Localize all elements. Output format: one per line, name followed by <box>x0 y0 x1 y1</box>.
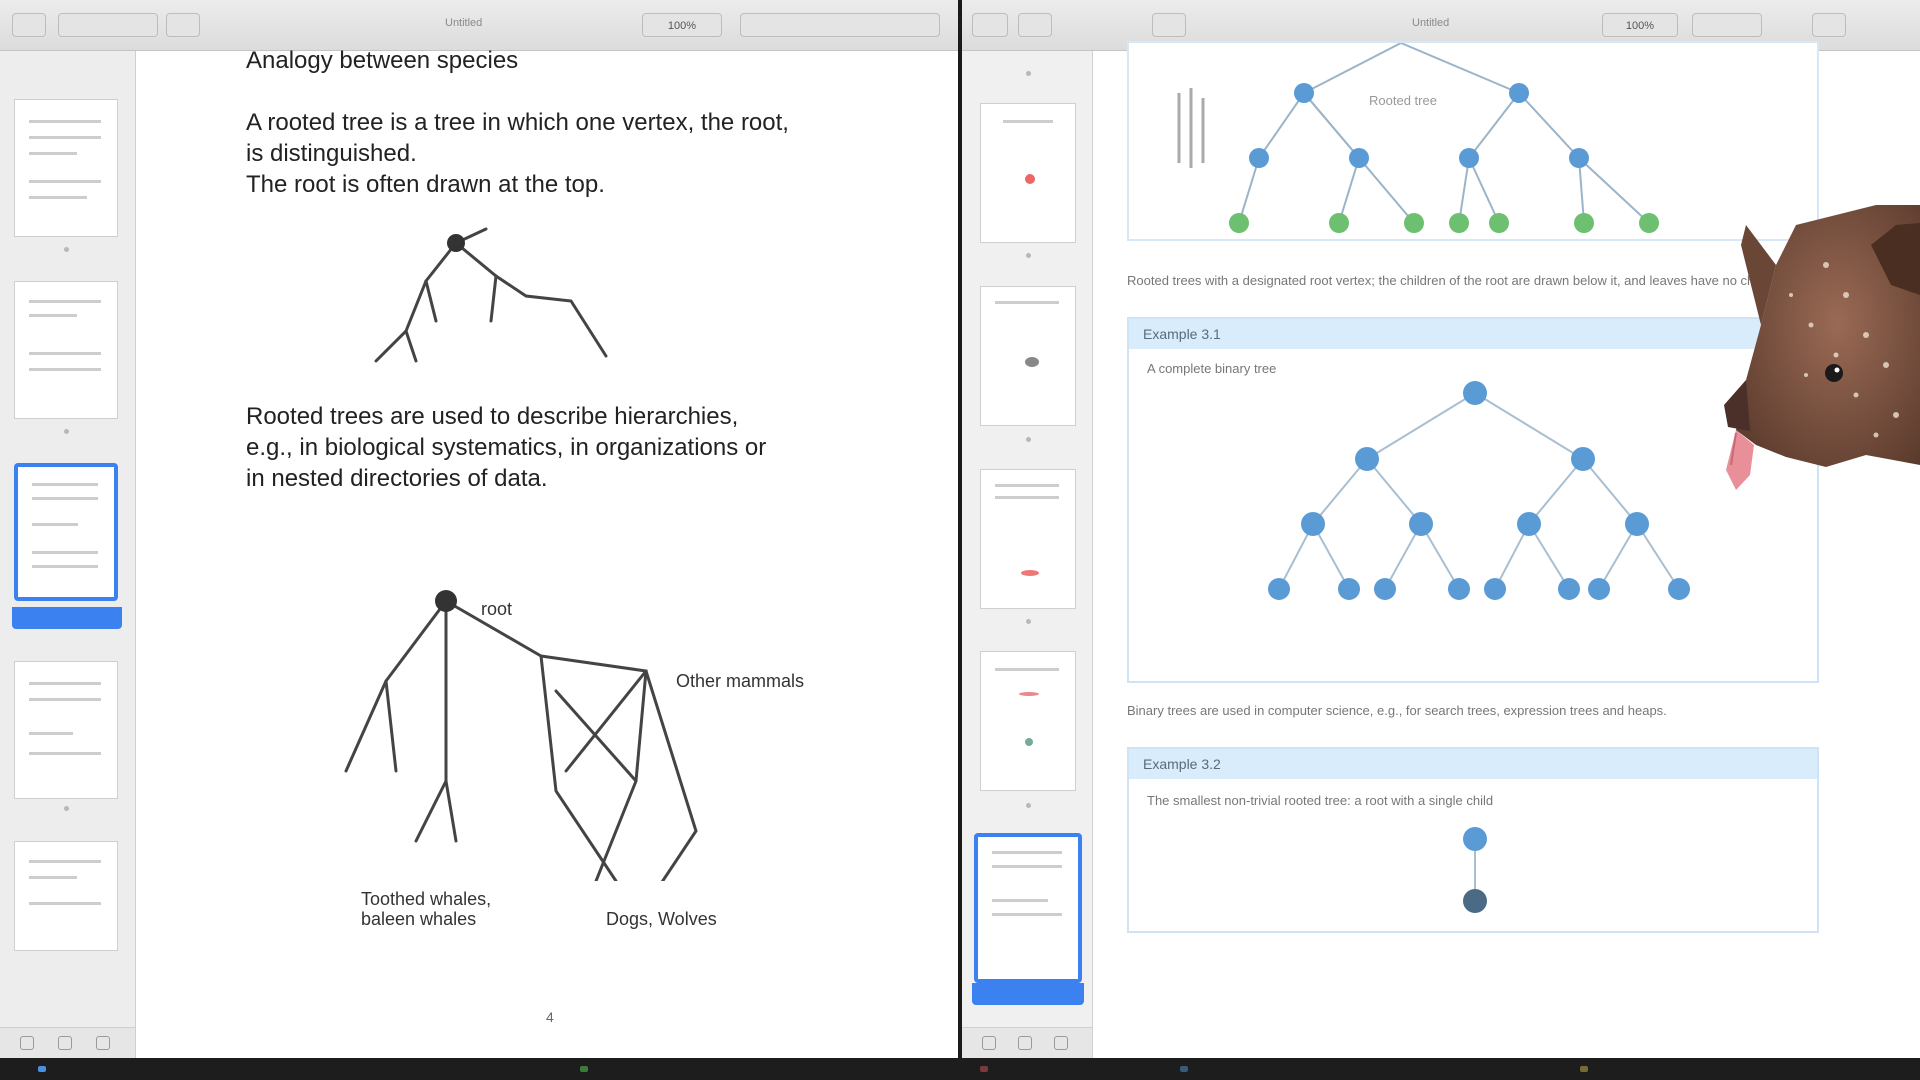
example-header: Example 3.1 <box>1129 319 1817 349</box>
leaf-node <box>1558 578 1580 600</box>
document-page: Analogy between species A rooted tree is… <box>136 47 958 1058</box>
hierarchy-sketch <box>344 590 698 881</box>
page-thumbnail[interactable] <box>980 469 1076 609</box>
markup-tools[interactable] <box>740 13 940 37</box>
diagram-label: Toothed whales, baleen whales <box>361 889 492 929</box>
app-icon[interactable] <box>980 1066 988 1072</box>
tree-node <box>1569 148 1589 168</box>
app-icon[interactable] <box>1180 1066 1188 1072</box>
search-icon[interactable] <box>1812 13 1846 37</box>
leaf-node <box>1574 213 1594 233</box>
app-icon[interactable] <box>580 1066 588 1072</box>
taskbar <box>0 1058 1920 1080</box>
page-thumbnail-selected[interactable] <box>974 833 1082 983</box>
example-subtitle: A complete binary tree <box>1147 361 1277 376</box>
zoom-icon[interactable] <box>166 13 200 37</box>
sidebar-footer <box>962 1027 1092 1058</box>
sidebar-toggle-icon[interactable] <box>972 13 1008 37</box>
start-icon[interactable] <box>38 1066 46 1072</box>
settings-icon[interactable] <box>96 1036 110 1050</box>
selected-page-indicator <box>12 607 122 629</box>
zoom-field[interactable]: 100% <box>642 13 722 37</box>
page-thumbnail[interactable] <box>980 651 1076 791</box>
document-page: Rooted tree Rooted trees with a designat… <box>1093 41 1920 1058</box>
diagram-label: Other mammals <box>676 671 805 691</box>
share-icon[interactable] <box>1054 1036 1068 1050</box>
tree-node <box>1463 381 1487 405</box>
page-thumbnail[interactable] <box>14 841 118 951</box>
tree-node <box>1463 827 1487 851</box>
left-preview-window: Untitled 100% Analogy between species A … <box>0 0 958 1058</box>
tree-node <box>1409 512 1433 536</box>
page-number: 4 <box>546 1009 554 1025</box>
leaf-node <box>1374 578 1396 600</box>
app-icon[interactable] <box>1580 1066 1588 1072</box>
two-node-tree-figure <box>1463 827 1487 913</box>
page-thumbnail[interactable] <box>14 99 118 237</box>
root-node <box>447 234 465 252</box>
leaf-node <box>1639 213 1659 233</box>
tapir-mascot-illustration <box>1724 205 1920 490</box>
view-mode-segmented[interactable] <box>58 13 158 37</box>
window-title: Untitled <box>1412 17 1450 29</box>
tree-node <box>1625 512 1649 536</box>
tree-node <box>1249 148 1269 168</box>
leaf-node <box>1448 578 1470 600</box>
sidebar-toggle-icon[interactable] <box>12 13 46 37</box>
leaf-node <box>1588 578 1610 600</box>
leaf-node <box>1668 578 1690 600</box>
thumbnail-sidebar <box>0 51 136 1058</box>
right-preview-window: Untitled 100% Rooted tree Rooted trees w… <box>962 0 1920 1058</box>
grid-icon[interactable] <box>1018 1036 1032 1050</box>
leaf-node <box>1329 213 1349 233</box>
tree-node <box>1517 512 1541 536</box>
selected-page-indicator <box>972 983 1084 1005</box>
leaf-node <box>1489 213 1509 233</box>
page-thumbnail-selected[interactable] <box>14 463 118 601</box>
example-subtitle: The smallest non-trivial rooted tree: a … <box>1147 793 1494 808</box>
page-thumbnail[interactable] <box>980 103 1076 243</box>
page-thumbnail[interactable] <box>14 281 118 419</box>
tree-node <box>1509 83 1529 103</box>
leaf-node <box>1338 578 1360 600</box>
leaf-node <box>1229 213 1249 233</box>
leaf-node <box>1449 213 1469 233</box>
rooted-tree-sketch <box>374 227 608 363</box>
leaf-node <box>1404 213 1424 233</box>
tree-node <box>1349 148 1369 168</box>
leaf-node <box>1268 578 1290 600</box>
example-header: Example 3.2 <box>1129 749 1817 779</box>
diagram-label: root <box>481 599 513 619</box>
zoom-icon[interactable] <box>1018 13 1052 37</box>
figure-label: Rooted tree <box>1369 93 1437 108</box>
window-title: Untitled <box>445 17 483 29</box>
example-box: Example 3.2 The smallest non-trivial roo… <box>1127 747 1819 933</box>
tree-node <box>1355 447 1379 471</box>
page-thumbnail[interactable] <box>980 286 1076 426</box>
diagram-label: Dogs, Wolves <box>606 909 717 929</box>
add-icon[interactable] <box>982 1036 996 1050</box>
root-node <box>435 590 457 612</box>
thumbnail-sidebar <box>962 51 1093 1058</box>
paragraph: A rooted tree is a tree in which one ver… <box>246 109 789 198</box>
caption: Binary trees are used in computer scienc… <box>1127 703 1667 718</box>
zoom-field[interactable]: 100% <box>1602 13 1678 37</box>
sidebar-footer <box>0 1027 135 1058</box>
leaf-node <box>1463 889 1487 913</box>
tree-node <box>1571 447 1595 471</box>
tree-node <box>1301 512 1325 536</box>
page-thumbnail[interactable] <box>14 661 118 799</box>
page-heading: Analogy between species <box>246 47 519 74</box>
tree-node <box>1294 83 1314 103</box>
markup-icon[interactable] <box>1692 13 1762 37</box>
toolbar: Untitled 100% <box>0 0 958 51</box>
add-icon[interactable] <box>20 1036 34 1050</box>
tree-node <box>1459 148 1479 168</box>
rotate-icon[interactable] <box>1152 13 1186 37</box>
leaf-node <box>1484 578 1506 600</box>
paragraph: Rooted trees are used to describe hierar… <box>246 403 767 492</box>
grid-icon[interactable] <box>58 1036 72 1050</box>
